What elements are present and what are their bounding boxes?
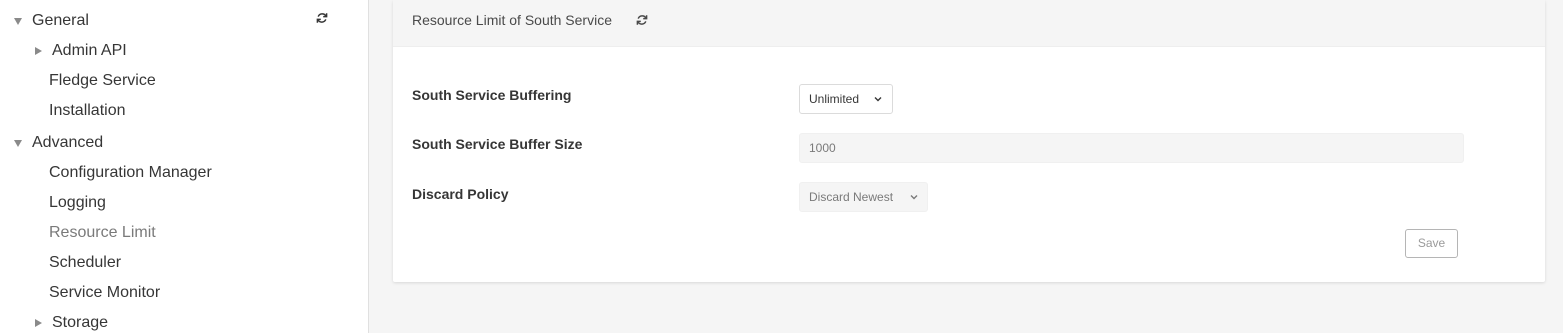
- caret-down-icon: [14, 140, 22, 147]
- sidebar-item-scheduler[interactable]: Scheduler: [49, 248, 121, 278]
- sidebar-item-admin-api[interactable]: Admin API: [35, 36, 127, 66]
- discard-policy-select[interactable]: Discard Newest: [799, 182, 928, 212]
- sidebar-item-general[interactable]: General: [14, 6, 89, 36]
- sidebar-item-installation[interactable]: Installation: [49, 96, 126, 126]
- sidebar-item-label: Installation: [49, 102, 126, 119]
- sidebar-item-label: Configuration Manager: [49, 164, 212, 181]
- sidebar-item-label: Resource Limit: [49, 224, 156, 241]
- sidebar-item-label: Advanced: [32, 134, 104, 151]
- save-button[interactable]: Save: [1405, 229, 1458, 258]
- refresh-icon[interactable]: [316, 12, 328, 24]
- sidebar-item-label: Fledge Service: [49, 72, 156, 89]
- sidebar-item-logging[interactable]: Logging: [49, 188, 106, 218]
- sidebar-item-label: General: [32, 12, 89, 29]
- buffering-select[interactable]: Unlimited: [799, 84, 893, 114]
- sidebar-item-label: Logging: [49, 194, 106, 211]
- sidebar-item-fledge-service[interactable]: Fledge Service: [49, 66, 156, 96]
- chevron-down-icon: [910, 195, 918, 200]
- sidebar-item-advanced[interactable]: Advanced: [14, 128, 103, 158]
- buffer-size-label: South Service Buffer Size: [412, 136, 583, 152]
- sidebar-item-label: Storage: [52, 314, 109, 331]
- sidebar-item-storage[interactable]: Storage: [35, 308, 108, 333]
- buffering-value: Unlimited: [809, 92, 860, 106]
- discard-policy-value: Discard Newest: [809, 190, 894, 204]
- sidebar-item-label: Admin API: [52, 42, 127, 59]
- discard-policy-label: Discard Policy: [412, 186, 509, 202]
- panel-title: Resource Limit of South Service: [412, 12, 612, 28]
- sidebar-item-configuration-manager[interactable]: Configuration Manager: [49, 158, 212, 188]
- sidebar-item-label: Service Monitor: [49, 284, 161, 301]
- buffer-size-input[interactable]: 1000: [799, 133, 1464, 163]
- caret-right-icon: [35, 47, 42, 55]
- sidebar-item-service-monitor[interactable]: Service Monitor: [49, 278, 160, 308]
- sidebar: General Admin API Fledge Service Install…: [0, 0, 369, 333]
- panel-header: Resource Limit of South Service: [393, 0, 1545, 47]
- sidebar-item-label: Scheduler: [49, 254, 122, 271]
- refresh-icon[interactable]: [636, 14, 648, 26]
- caret-down-icon: [14, 18, 22, 25]
- sidebar-item-resource-limit[interactable]: Resource Limit: [49, 218, 156, 248]
- caret-right-icon: [35, 319, 42, 327]
- resource-limit-panel: Resource Limit of South Service South Se…: [393, 0, 1545, 282]
- chevron-down-icon: [874, 97, 882, 102]
- buffering-label: South Service Buffering: [412, 87, 572, 103]
